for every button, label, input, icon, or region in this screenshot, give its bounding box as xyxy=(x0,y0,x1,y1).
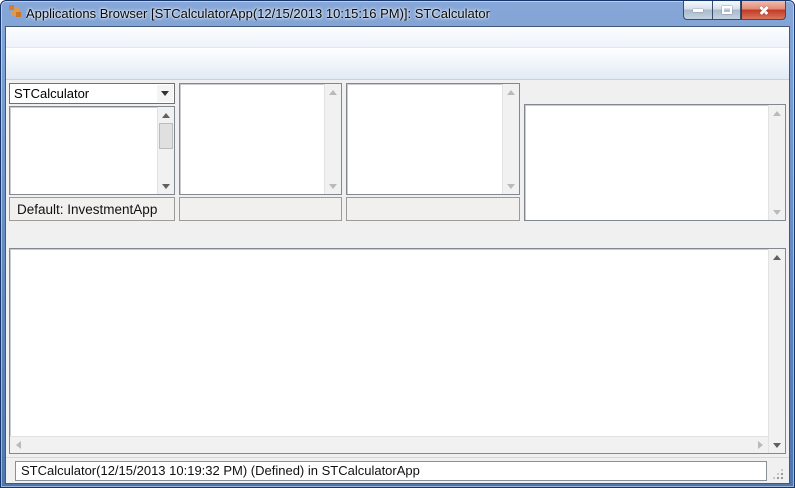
minimize-icon xyxy=(693,9,703,12)
close-icon xyxy=(758,4,770,16)
client-area: STCalculator Default: InvestmentApp xyxy=(5,26,790,484)
scroll-down-button[interactable] xyxy=(769,437,785,453)
top-panes: STCalculator Default: InvestmentApp xyxy=(9,83,786,221)
maximize-button[interactable] xyxy=(712,1,741,20)
resize-grip[interactable] xyxy=(772,468,785,481)
classes-pane xyxy=(179,83,342,221)
methods-scrollbar[interactable] xyxy=(768,105,785,220)
scroll-up-button[interactable] xyxy=(503,84,519,100)
statusbar: STCalculator(12/15/2013 10:19:32 PM) (De… xyxy=(6,457,789,483)
scroll-thumb[interactable] xyxy=(159,123,173,149)
window-title: Applications Browser [STCalculatorApp(12… xyxy=(26,6,490,21)
window-controls xyxy=(683,1,786,20)
scroll-up-button[interactable] xyxy=(769,249,785,265)
editor-tabs xyxy=(9,225,786,249)
toolbar xyxy=(6,48,789,80)
scroll-down-button[interactable] xyxy=(503,178,519,194)
menubar xyxy=(6,27,789,48)
class-definition-code[interactable] xyxy=(10,249,768,436)
status-message: STCalculator(12/15/2013 10:19:32 PM) (De… xyxy=(15,461,767,481)
close-button[interactable] xyxy=(741,1,786,20)
applications-list[interactable] xyxy=(9,106,175,195)
method-visibility-tabs xyxy=(524,83,786,104)
applications-pane: STCalculator Default: InvestmentApp xyxy=(9,83,175,221)
methods-pane xyxy=(524,83,786,221)
scroll-down-button[interactable] xyxy=(158,178,174,194)
categories-scrollbar[interactable] xyxy=(502,84,519,194)
app-icon xyxy=(9,5,14,10)
categories-list[interactable] xyxy=(346,83,520,195)
scroll-up-button[interactable] xyxy=(769,105,785,121)
titlebar[interactable]: Applications Browser [STCalculatorApp(12… xyxy=(5,1,790,26)
chevron-down-icon xyxy=(161,91,169,96)
code-vscrollbar[interactable] xyxy=(768,249,785,453)
class-tree[interactable] xyxy=(179,83,342,195)
scope-radio-group xyxy=(346,197,520,221)
application-selector-value: STCalculator xyxy=(14,86,89,101)
class-tree-scrollbar[interactable] xyxy=(324,84,341,194)
methods-list[interactable] xyxy=(524,104,786,221)
scroll-up-button[interactable] xyxy=(325,84,341,100)
application-selector[interactable]: STCalculator xyxy=(9,83,175,104)
code-hscrollbar[interactable] xyxy=(10,436,768,453)
workarea: STCalculator Default: InvestmentApp xyxy=(6,80,789,457)
scroll-up-button[interactable] xyxy=(158,107,174,123)
minimize-button[interactable] xyxy=(683,1,712,20)
scroll-down-button[interactable] xyxy=(769,204,785,220)
code-editor-panel xyxy=(9,248,786,454)
applications-browser-window: Applications Browser [STCalculatorApp(12… xyxy=(0,0,795,488)
visibility-radio-group xyxy=(179,197,342,221)
maximize-icon xyxy=(722,6,732,14)
dropdown-button[interactable] xyxy=(157,85,173,102)
default-app-label: Default: InvestmentApp xyxy=(9,197,175,221)
scroll-down-button[interactable] xyxy=(325,178,341,194)
scroll-right-button[interactable] xyxy=(752,437,768,453)
scroll-left-button[interactable] xyxy=(10,437,26,453)
applications-scrollbar[interactable] xyxy=(157,107,174,194)
categories-pane xyxy=(346,83,520,221)
